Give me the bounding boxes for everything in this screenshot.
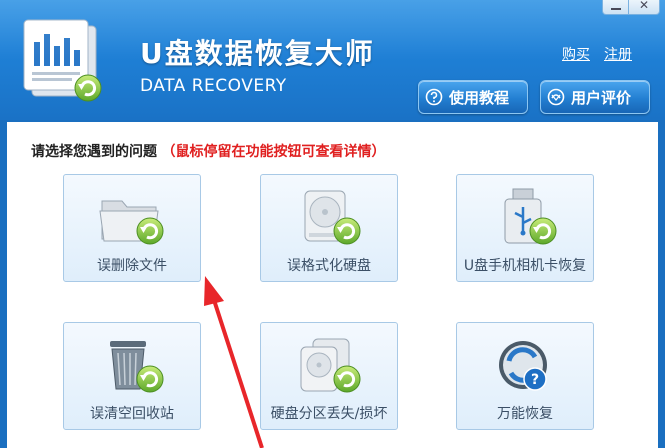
question-circle-icon [425,88,443,106]
recycle-bin-recover-icon [110,341,165,394]
recover-usb-card-button[interactable]: U盘手机相机卡恢复 [456,174,594,282]
universal-recover-button[interactable]: ? 万能恢复 [456,322,594,430]
buy-link[interactable]: 购买 [562,44,590,64]
usb-drive-recover-icon [504,188,558,246]
problem-prompt: 请选择您遇到的问题 （鼠标停留在功能按钮可查看详情） [31,141,385,161]
app-header: U盘数据恢复大师 DATA RECOVERY ✕ 购买 注册 使用教程 用户评价 [0,0,665,120]
tutorial-button-label: 使用教程 [449,88,510,107]
hard-drive-recover-icon [304,190,362,246]
feedback-icon [547,88,565,106]
minimize-icon [611,8,621,10]
user-review-button-label: 用户评价 [571,88,632,107]
prompt-question: 请选择您遇到的问题 [31,144,157,160]
svg-text:?: ? [531,372,539,388]
tutorial-button[interactable]: 使用教程 [418,80,528,114]
register-link[interactable]: 注册 [604,44,632,64]
app-title: U盘数据恢复大师 [140,37,375,70]
recover-emptied-recycle-bin-button[interactable]: 误清空回收站 [63,322,201,430]
universal-recover-icon: ? [499,341,547,391]
recover-deleted-files-button[interactable]: 误删除文件 [63,174,201,282]
app-subtitle: DATA RECOVERY [140,76,287,96]
recover-lost-partition-button[interactable]: 硬盘分区丢失/损坏 [260,322,398,430]
card-label: 误删除文件 [97,258,167,274]
recover-formatted-disk-button[interactable]: 误格式化硬盘 [260,174,398,282]
card-label: 误清空回收站 [90,406,174,422]
card-label: U盘手机相机卡恢复 [463,258,587,274]
minimize-button[interactable] [602,0,630,15]
close-button[interactable]: ✕ [628,0,660,15]
card-label: 万能恢复 [497,406,553,422]
prompt-hint: （鼠标停留在功能按钮可查看详情） [161,144,386,160]
card-label: 硬盘分区丢失/损坏 [270,406,388,422]
folder-recover-icon [99,200,165,246]
user-review-button[interactable]: 用户评价 [540,80,650,114]
close-icon: ✕ [638,0,650,12]
app-logo-icon [23,19,103,103]
partition-recover-icon [300,338,362,394]
card-label: 误格式化硬盘 [287,258,371,274]
